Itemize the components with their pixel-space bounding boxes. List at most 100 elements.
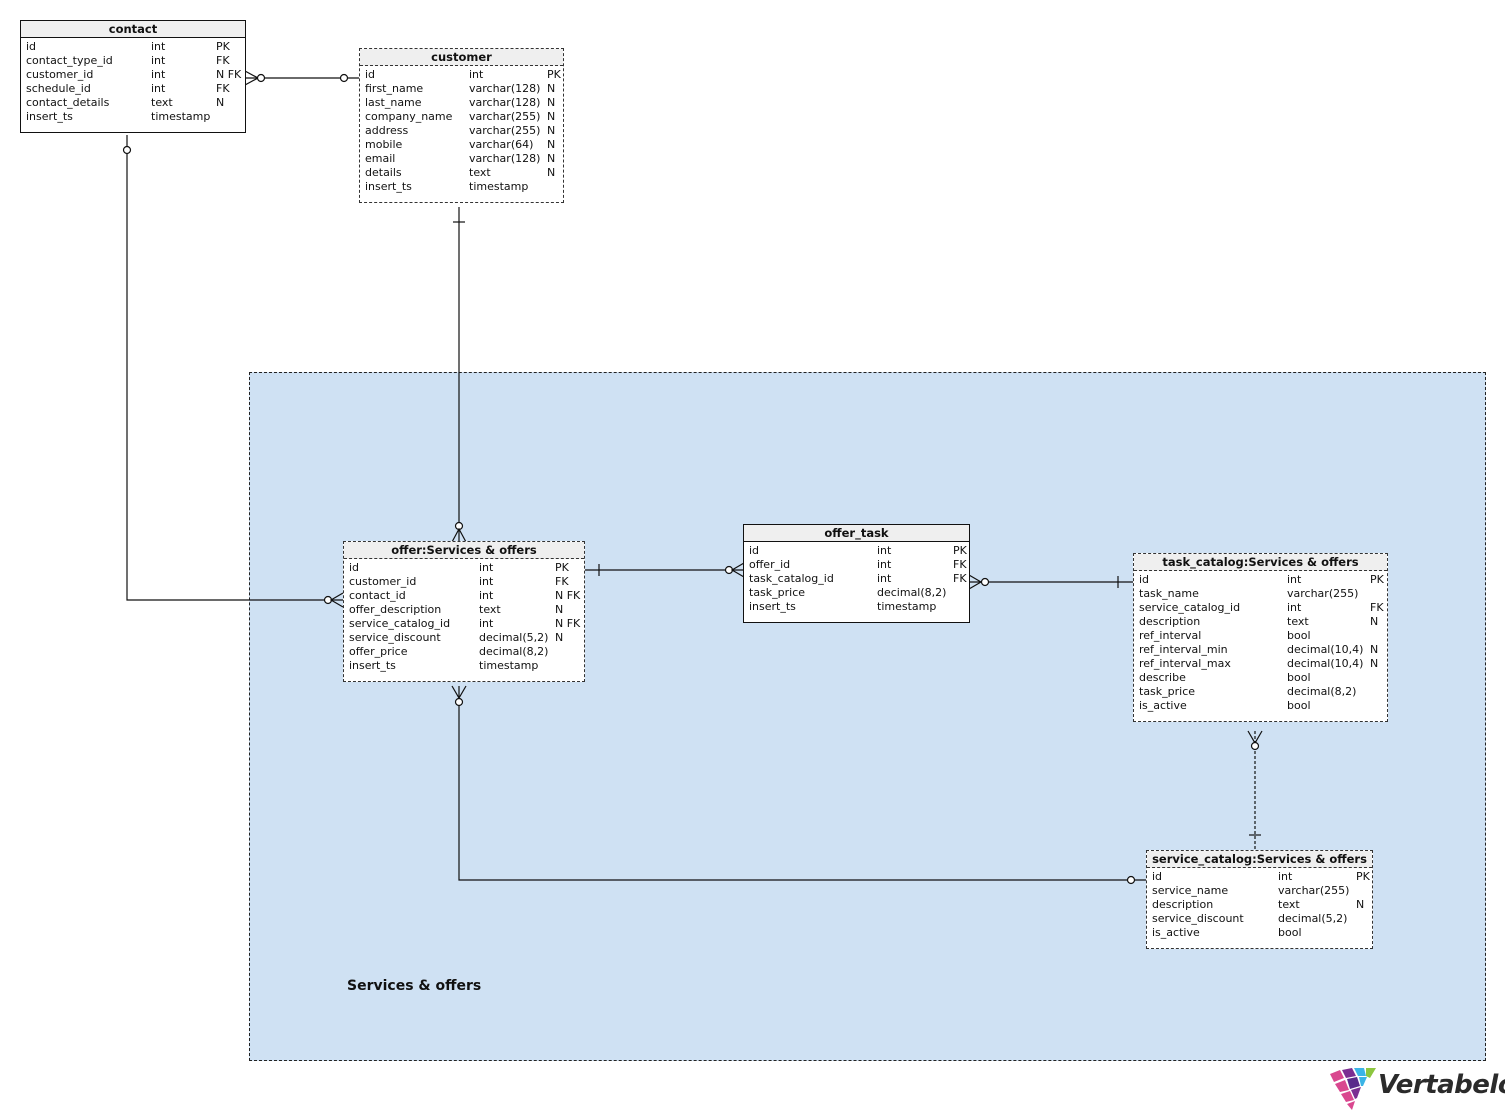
column-type: timestamp [479,659,539,672]
table-customer[interactable]: customer id int PK first_name varchar(128) Nl… [359,48,564,203]
table-service-catalog[interactable]: service_catalog:Services & offers id int P… [1146,850,1373,949]
column-row[interactable]: id int PK [360,68,563,82]
column-row[interactable]: insert_ts timestamp [344,659,584,673]
column-row[interactable]: task_price decimal(8,2) [744,586,969,600]
column-name: company_name [365,110,453,123]
column-row[interactable]: description text N [1147,898,1372,912]
column-name: description [1139,615,1201,628]
column-type: int [151,54,166,67]
column-type: decimal(8,2) [479,645,549,658]
column-type: int [151,40,166,53]
column-type: int [1287,601,1302,614]
table-offer-task[interactable]: offer_task id int PK offer_id int FK task_cata… [743,524,970,623]
column-name: task_catalog_id [749,572,834,585]
column-row[interactable]: contact_type_id int FK [21,54,245,68]
column-name: is_active [1139,699,1187,712]
column-row[interactable]: customer_id int FK [344,575,584,589]
column-name: address [365,124,409,137]
column-row[interactable]: id int PK [344,561,584,575]
column-name: email [365,152,396,165]
column-row[interactable]: offer_description text N [344,603,584,617]
column-name: service_name [1152,884,1229,897]
column-flags: N [547,96,556,109]
column-row[interactable]: ref_interval bool [1134,629,1387,643]
column-row[interactable]: contact_details text N [21,96,245,110]
vertabelo-logo-text: Vertabelo [1378,1070,1505,1100]
column-name: is_active [1152,926,1200,939]
column-flags: N [547,166,556,179]
column-row[interactable]: company_name varchar(255) N [360,110,563,124]
table-contact[interactable]: contact id int PK contact_type_id int FK custo… [20,20,246,133]
table-title: task_catalog:Services & offers [1134,554,1387,571]
column-name: service_catalog_id [1139,601,1241,614]
column-row[interactable]: service_catalog_id int FK [1134,601,1387,615]
column-type: int [479,589,494,602]
column-row[interactable]: details text N [360,166,563,180]
column-type: varchar(255) [1278,884,1350,897]
zero-circle-icon [256,73,266,83]
rel-offer-service-catalog [458,686,1147,881]
column-row[interactable]: service_discount decimal(5,2) [1147,912,1372,926]
column-name: id [349,561,360,574]
column-row[interactable]: id int PK [21,40,245,54]
column-name: id [26,40,37,53]
column-row[interactable]: insert_ts timestamp [360,180,563,194]
column-row[interactable]: task_catalog_id int FK [744,572,969,586]
column-name: mobile [365,138,403,151]
column-row[interactable]: address varchar(255) N [360,124,563,138]
column-flags: FK [1370,601,1384,614]
column-row[interactable]: service_name varchar(255) [1147,884,1372,898]
column-row[interactable]: task_price decimal(8,2) [1134,685,1387,699]
column-type: varchar(64) [469,138,534,151]
column-name: insert_ts [349,659,396,672]
column-type: varchar(255) [1287,587,1359,600]
column-name: ref_interval [1139,629,1202,642]
column-row[interactable]: customer_id int N FK [21,68,245,82]
column-type: int [151,68,166,81]
table-task-catalog[interactable]: task_catalog:Services & offers id int PK ta… [1133,553,1388,722]
column-type: int [479,575,494,588]
column-row[interactable]: first_name varchar(128) N [360,82,563,96]
column-type: bool [1278,926,1302,939]
column-type: int [877,558,892,571]
column-row[interactable]: description text N [1134,615,1387,629]
column-type: int [479,561,494,574]
column-flags: PK [1370,573,1384,586]
column-row[interactable]: contact_id int N FK [344,589,584,603]
column-type: text [151,96,173,109]
column-flags: PK [953,544,967,557]
column-row[interactable]: id int PK [744,544,969,558]
column-name: contact_id [349,589,406,602]
column-name: ref_interval_max [1139,657,1231,670]
column-type: varchar(255) [469,110,541,123]
column-row[interactable]: offer_price decimal(8,2) [344,645,584,659]
column-row[interactable]: is_active bool [1147,926,1372,940]
column-flags: FK [216,82,230,95]
column-type: decimal(8,2) [877,586,947,599]
column-row[interactable]: ref_interval_max decimal(10,4) N [1134,657,1387,671]
column-name: task_name [1139,587,1199,600]
column-row[interactable]: id int PK [1147,870,1372,884]
column-row[interactable]: insert_ts timestamp [21,110,245,124]
column-row[interactable]: schedule_id int FK [21,82,245,96]
column-flags: PK [555,561,569,574]
column-row[interactable]: id int PK [1134,573,1387,587]
column-row[interactable]: email varchar(128) N [360,152,563,166]
column-row[interactable]: ref_interval_min decimal(10,4) N [1134,643,1387,657]
column-type: int [1287,573,1302,586]
column-row[interactable]: service_discount decimal(5,2) N [344,631,584,645]
column-row[interactable]: insert_ts timestamp [744,600,969,614]
diagram-canvas: Services & offers contact id int PK cont… [0,0,1505,1120]
table-offer[interactable]: offer:Services & offers id int PK customer_… [343,541,585,682]
table-title: offer:Services & offers [344,542,584,559]
column-row[interactable]: last_name varchar(128) N [360,96,563,110]
column-flags: N [547,110,556,123]
column-row[interactable]: is_active bool [1134,699,1387,713]
column-type: varchar(128) [469,152,541,165]
column-row[interactable]: task_name varchar(255) [1134,587,1387,601]
column-row[interactable]: service_catalog_id int N FK [344,617,584,631]
column-flags: N [555,603,564,616]
column-row[interactable]: describe bool [1134,671,1387,685]
column-row[interactable]: mobile varchar(64) N [360,138,563,152]
column-row[interactable]: offer_id int FK [744,558,969,572]
